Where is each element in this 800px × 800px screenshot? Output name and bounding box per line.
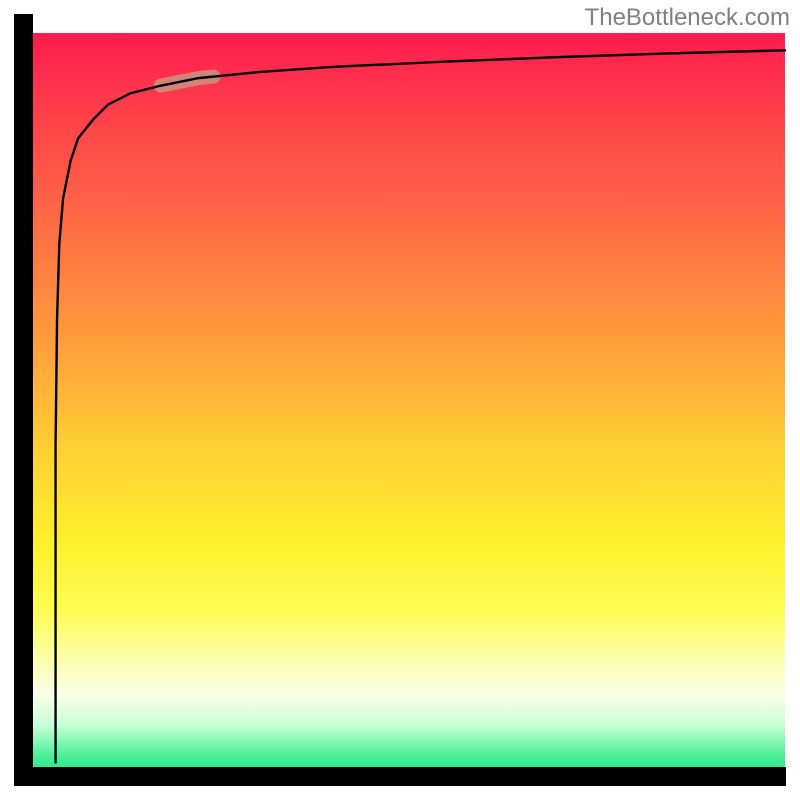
watermark-text: TheBottleneck.com <box>585 4 790 32</box>
y-axis-bar <box>14 14 33 786</box>
bottleneck-curve <box>56 50 785 762</box>
chart-container: TheBottleneck.com <box>0 0 800 800</box>
curve-layer <box>33 33 785 785</box>
